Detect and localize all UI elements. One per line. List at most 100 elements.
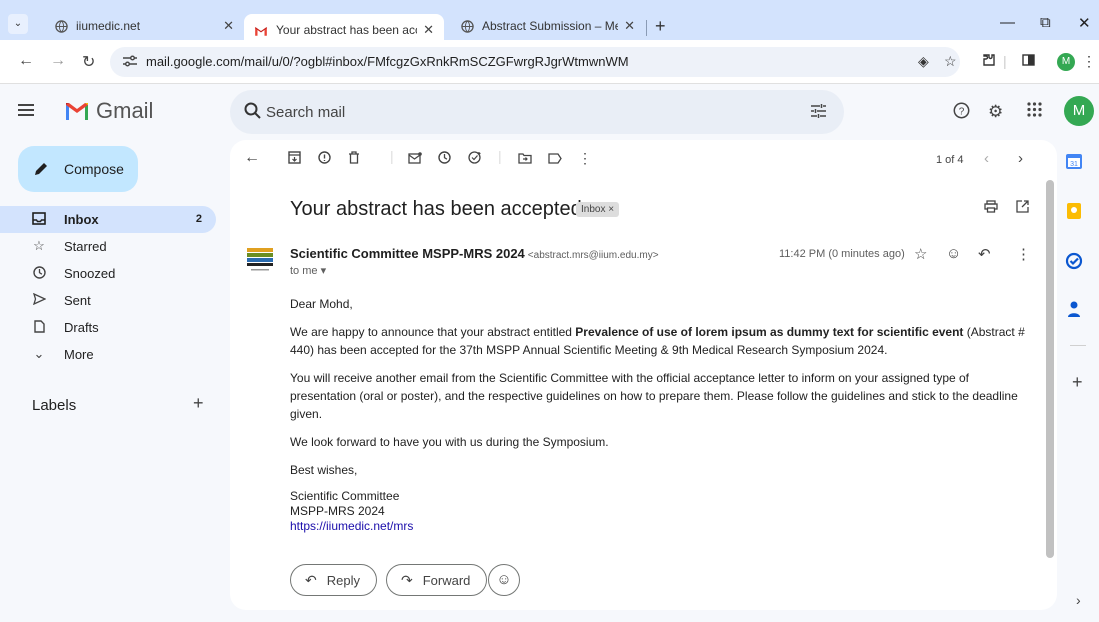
browser-profile-avatar[interactable]: M — [1057, 53, 1075, 71]
gmail-favicon-icon — [254, 23, 268, 37]
snooze-clock-icon[interactable] — [438, 151, 451, 167]
browser-menu-icon[interactable]: ⋮ — [1082, 53, 1096, 70]
back-icon[interactable]: ← — [18, 52, 34, 70]
sidebar-item-label: Snoozed — [64, 266, 116, 281]
add-to-tasks-icon[interactable] — [468, 151, 482, 167]
abstract-title: Prevalence of use of lorem ipsum as dumm… — [575, 325, 964, 339]
inbox-label-chip[interactable]: Inbox × — [576, 202, 620, 217]
archive-icon[interactable] — [288, 151, 301, 167]
browser-toolbar: ← → ↻ mail.google.com/mail/u/0/?ogbl#inb… — [0, 40, 1099, 84]
delete-icon[interactable] — [348, 151, 360, 167]
reply-button[interactable]: ↶ Reply — [290, 564, 377, 596]
paragraph-next-steps: You will receive another email from the … — [290, 371, 1018, 421]
labels-heading: Labels — [32, 397, 77, 414]
tasks-icon[interactable] — [1065, 252, 1085, 272]
more-actions-icon[interactable]: ⋮ — [578, 150, 592, 167]
browser-tab-abstract-submission[interactable]: Abstract Submission – Medical ✕ — [450, 12, 645, 40]
eye-icon[interactable]: ◈ — [918, 53, 929, 70]
restore-icon[interactable]: ⧉ — [1040, 14, 1051, 31]
main-menu-icon[interactable] — [18, 104, 34, 116]
site-settings-icon[interactable] — [122, 54, 140, 70]
sidebar-item-label: Sent — [64, 293, 91, 308]
calendar-icon[interactable]: 31 — [1065, 152, 1085, 172]
reply-icon[interactable]: ↶ — [978, 245, 991, 263]
sign-off: Best wishes, — [290, 463, 358, 477]
settings-gear-icon[interactable]: ⚙ — [988, 102, 1003, 122]
close-tab-icon[interactable]: ✕ — [423, 22, 434, 38]
extensions-icon[interactable] — [982, 53, 996, 70]
older-icon[interactable]: › — [1018, 150, 1023, 167]
get-addons-icon[interactable]: + — [1072, 372, 1083, 393]
forward-icon[interactable]: → — [50, 52, 66, 70]
reload-icon[interactable]: ↻ — [82, 52, 95, 72]
draft-icon — [32, 320, 46, 334]
forward-arrow-icon: ↷ — [401, 571, 413, 588]
star-icon: ☆ — [33, 238, 45, 253]
sidebar-item-inbox[interactable]: Inbox 2 — [0, 206, 216, 233]
side-panel-divider — [1070, 345, 1086, 346]
bookmark-star-icon[interactable]: ☆ — [944, 53, 957, 70]
report-spam-icon[interactable] — [318, 151, 331, 167]
emoji-reaction-button[interactable]: ☺ — [488, 564, 520, 596]
browser-tab-iiumedic[interactable]: iiumedic.net ✕ — [44, 12, 244, 40]
move-to-icon[interactable] — [518, 151, 532, 167]
paragraph-acceptance: We are happy to announce that your abstr… — [290, 325, 1025, 357]
more-options-icon[interactable]: ⋮ — [1016, 245, 1031, 263]
browser-tab-strip: ⌄ iiumedic.net ✕ Your abstract has been … — [0, 0, 1099, 46]
compose-button[interactable]: Compose — [18, 146, 138, 192]
address-bar[interactable]: mail.google.com/mail/u/0/?ogbl#inbox/FMf… — [110, 47, 960, 77]
search-options-icon[interactable] — [810, 103, 828, 119]
tab-title: iiumedic.net — [76, 19, 141, 33]
side-panel-icon[interactable] — [1022, 53, 1035, 69]
sidebar-item-drafts[interactable]: Drafts — [0, 314, 216, 341]
sender-name[interactable]: Scientific Committee MSPP-MRS 2024 — [290, 246, 525, 261]
pencil-icon — [32, 160, 50, 178]
signature-link[interactable]: https://iiumedic.net/mrs — [290, 519, 413, 533]
sender-line: Scientific Committee MSPP-MRS 2024 <abstr… — [290, 246, 659, 261]
sidebar-item-snoozed[interactable]: Snoozed — [0, 260, 216, 287]
sidebar-item-sent[interactable]: Sent — [0, 287, 216, 314]
back-to-inbox-icon[interactable]: ← — [244, 149, 260, 167]
clock-icon — [32, 266, 46, 280]
gmail-wordmark: Gmail — [96, 98, 154, 123]
support-icon[interactable]: ? — [953, 102, 970, 124]
create-label-icon[interactable]: + — [193, 393, 204, 414]
new-tab-icon[interactable]: + — [655, 16, 666, 37]
recipient-details-toggle[interactable]: to me ▾ — [290, 264, 326, 277]
inbox-icon — [32, 212, 46, 226]
emoji-reaction-icon[interactable]: ☺ — [946, 245, 961, 262]
open-new-window-icon[interactable] — [1016, 200, 1029, 217]
svg-text:?: ? — [959, 107, 965, 118]
label-icon[interactable] — [548, 151, 562, 167]
compose-label: Compose — [64, 161, 124, 177]
tab-search-button[interactable]: ⌄ — [8, 14, 28, 34]
show-side-panel-icon[interactable]: › — [1076, 592, 1081, 608]
tab-title: Your abstract has been accepte — [276, 23, 417, 37]
gmail-header: Gmail Search mail ? ⚙ M — [0, 84, 1099, 142]
minimize-icon[interactable]: — — [1000, 14, 1015, 31]
unread-count: 2 — [195, 213, 202, 225]
newer-icon[interactable]: ‹ — [984, 150, 989, 167]
close-window-icon[interactable]: ✕ — [1078, 14, 1091, 32]
mark-unread-icon[interactable] — [408, 151, 422, 167]
scrollbar-thumb[interactable] — [1046, 180, 1054, 558]
close-tab-icon[interactable]: ✕ — [624, 18, 635, 34]
account-avatar[interactable]: M — [1064, 96, 1094, 126]
star-icon[interactable]: ☆ — [914, 245, 927, 263]
apps-grid-icon[interactable] — [1027, 102, 1042, 122]
signature-line: Scientific Committee — [290, 489, 400, 503]
sidebar-item-starred[interactable]: ☆ Starred — [0, 233, 216, 260]
chevron-down-icon: ⌄ — [33, 346, 45, 361]
keep-icon[interactable] — [1065, 202, 1085, 222]
close-tab-icon[interactable]: ✕ — [223, 18, 234, 34]
sidebar-item-more[interactable]: ⌄ More — [0, 341, 216, 368]
contacts-icon[interactable] — [1065, 300, 1085, 320]
print-icon[interactable] — [984, 200, 998, 217]
globe-icon — [460, 19, 474, 33]
reply-label: Reply — [326, 572, 360, 588]
tab-divider — [646, 20, 647, 36]
gmail-logo[interactable]: Gmail — [64, 98, 153, 124]
forward-button[interactable]: ↷ Forward — [386, 564, 488, 596]
search-icon[interactable] — [244, 102, 262, 120]
search-bar[interactable]: Search mail — [230, 90, 844, 134]
